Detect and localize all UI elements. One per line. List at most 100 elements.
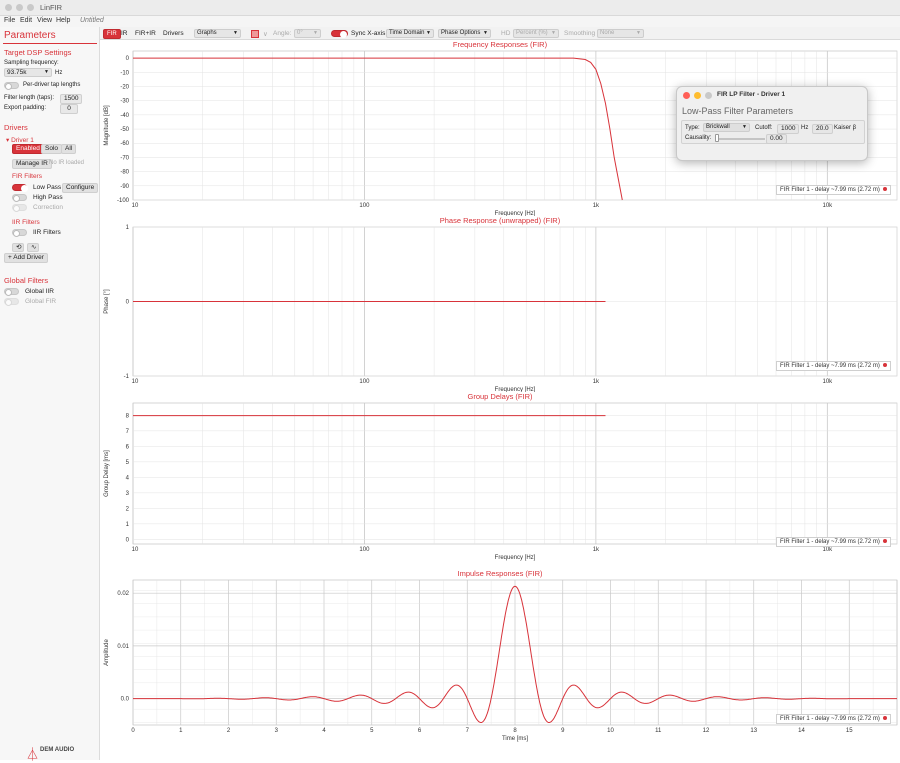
angle-label: Angle:: [273, 30, 292, 37]
x-tick-label: 3: [275, 728, 279, 734]
minimize-icon[interactable]: [694, 92, 701, 99]
enabled-button[interactable]: Enabled: [12, 144, 44, 154]
menu-file[interactable]: File: [4, 17, 15, 24]
y-tick-label: -90: [120, 184, 129, 190]
heading-divider: [3, 43, 97, 44]
x-tick-label: 10k: [822, 547, 833, 553]
x-tick-label: 10: [607, 728, 614, 734]
close-icon[interactable]: [683, 92, 690, 99]
global-fir-label: Global FIR: [25, 298, 57, 305]
waveform-icon[interactable]: ∿: [27, 243, 39, 252]
x-tick-label: 100: [359, 379, 370, 385]
sampling-unit: Hz: [55, 70, 63, 76]
x-tick-label: 15: [846, 728, 853, 734]
global-iir-toggle[interactable]: [4, 288, 19, 296]
high-pass-toggle[interactable]: [12, 194, 27, 202]
type-select[interactable]: Brickwall ▼: [703, 123, 750, 132]
y-axis-label: Magnitude [dB]: [104, 105, 110, 146]
per-driver-tap-toggle[interactable]: [4, 82, 19, 90]
causality-slider-track[interactable]: [715, 138, 765, 140]
iir-filters-heading: IIR Filters: [12, 219, 40, 226]
zoom-icon[interactable]: [705, 92, 712, 99]
percent-select[interactable]: Percent (%) ▼: [513, 29, 559, 38]
global-fir-toggle[interactable]: [4, 298, 19, 306]
x-tick-label: 9: [561, 728, 565, 734]
export-padding-input[interactable]: 0: [60, 104, 78, 114]
driver-name: Driver 1: [11, 137, 34, 144]
x-axis-label: Time [ms]: [502, 736, 528, 742]
document-name: Untitled: [80, 17, 104, 24]
menu-help[interactable]: Help: [56, 17, 70, 24]
menu-edit[interactable]: Edit: [20, 17, 32, 24]
y-tick-label: 0.0: [121, 697, 130, 703]
low-pass-toggle[interactable]: [12, 184, 28, 192]
graphs-select[interactable]: Graphs ▼: [194, 29, 241, 38]
y-tick-label: -80: [120, 170, 129, 176]
x-tick-label: 1k: [593, 379, 600, 385]
sync-x-toggle[interactable]: [331, 30, 348, 38]
chevron-down-icon: ▼: [742, 124, 747, 130]
x-tick-label: 4: [322, 728, 326, 734]
x-tick-label: 0: [131, 728, 135, 734]
close-window-button[interactable]: [5, 4, 12, 11]
link-icon[interactable]: ⟲: [12, 243, 24, 252]
causality-input[interactable]: 0.00: [766, 134, 787, 144]
minimize-window-button[interactable]: [16, 4, 23, 11]
solo-button[interactable]: Solo: [41, 144, 63, 154]
y-tick-label: 3: [126, 491, 130, 497]
plot-area: [132, 402, 898, 545]
group-delay-panel: Group Delays (FIR) 10 100 1k 10k 0 1 2 3 4 5 6 7 8 Fr…: [100, 392, 900, 568]
add-driver-button[interactable]: + Add Driver: [4, 253, 48, 263]
smoothing-select[interactable]: None ▼: [597, 29, 644, 38]
kaiser-label: Kaiser β: [834, 125, 857, 131]
correction-label: Correction: [33, 204, 63, 211]
causality-slider-handle[interactable]: [715, 134, 719, 142]
sampling-select[interactable]: 93.75k ▼: [4, 68, 52, 77]
hd-label: HD: [501, 30, 511, 37]
iir-filters-label: IIR Filters: [33, 229, 61, 236]
manage-ir-button[interactable]: Manage IR: [12, 159, 52, 169]
ir-tab[interactable]: IR: [121, 30, 128, 37]
chart-legend: FIR Filter 1 - delay ~7.99 ms (2.72 m): [776, 714, 891, 724]
menu-view[interactable]: View: [37, 17, 52, 24]
cutoff-input[interactable]: 1000: [777, 124, 800, 134]
global-filters-heading: Global Filters: [4, 276, 49, 285]
y-tick-label: 0: [126, 300, 130, 306]
color-swatch[interactable]: [251, 30, 259, 38]
y-tick-label: 2: [126, 506, 130, 512]
fir-ir-tab[interactable]: FIR+IR: [135, 30, 156, 37]
time-domain-select[interactable]: Time Domain ▼: [386, 29, 434, 38]
chevron-down-icon: ▼: [426, 30, 431, 36]
legend-label: FIR Filter 1 - delay ~7.99 ms (2.72 m): [780, 363, 880, 369]
chart-legend: FIR Filter 1 - delay ~7.99 ms (2.72 m): [776, 361, 891, 371]
x-tick-label: 10: [132, 203, 139, 209]
x-tick-label: 14: [798, 728, 805, 734]
angle-select[interactable]: 0° ▼: [294, 29, 321, 38]
x-tick-label: 13: [750, 728, 757, 734]
y-tick-label: 4: [126, 475, 130, 481]
y-tick-label: 1: [126, 225, 130, 231]
angle-value: 0°: [297, 30, 303, 36]
y-tick-label: 8: [126, 413, 130, 419]
filter-length-input[interactable]: 1500: [60, 94, 83, 104]
driver-expand[interactable]: ▾ Driver 1: [6, 136, 34, 144]
x-axis-label: Frequency [Hz]: [495, 555, 536, 561]
y-tick-label: 0.01: [117, 644, 129, 650]
sidebar-heading: Parameters: [4, 30, 56, 41]
fir-tab[interactable]: FIR: [103, 29, 121, 39]
sync-x-label: Sync X-axis: [351, 30, 386, 37]
chevron-down-icon: ▼: [44, 69, 49, 75]
parameters-sidebar: Parameters Target DSP Settings Sampling …: [0, 27, 100, 762]
drivers-tab[interactable]: Drivers: [163, 30, 184, 37]
y-axis-label: Phase [°]: [104, 289, 110, 314]
kaiser-input[interactable]: 20.0: [812, 124, 833, 134]
fir-lp-filter-window[interactable]: FIR LP Filter - Driver 1 Low-Pass Filter…: [676, 86, 868, 161]
y-tick-label: -10: [120, 70, 129, 76]
correction-toggle[interactable]: [12, 204, 27, 212]
zoom-window-button[interactable]: [27, 4, 34, 11]
iir-filters-toggle[interactable]: [12, 229, 27, 237]
chevron-down-icon[interactable]: ∨: [263, 30, 268, 38]
phase-options-select[interactable]: Phase Options ▼: [438, 29, 491, 38]
all-button[interactable]: All: [61, 144, 77, 154]
configure-button[interactable]: Configure: [62, 183, 99, 193]
